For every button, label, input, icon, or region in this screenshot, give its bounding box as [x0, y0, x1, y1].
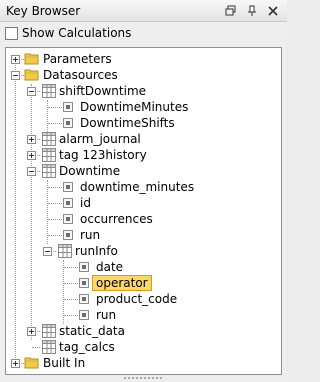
tree-node-label: run [80, 228, 101, 242]
field-icon [63, 214, 73, 224]
tree-node-downtime-minutes[interactable]: downtime_minutes [6, 179, 276, 195]
tree-node-downtimeshifts[interactable]: DowntimeShifts [6, 115, 276, 131]
key-browser-window: Key Browser Show Calculations Parameters… [0, 0, 287, 382]
tree-node-downtime[interactable]: Downtime [6, 163, 276, 179]
folder-icon [24, 53, 39, 65]
tree-node-shiftdowntime[interactable]: shiftDowntime [6, 83, 276, 99]
tree-node-datasources[interactable]: Datasources [6, 67, 276, 83]
field-icon [79, 278, 89, 288]
table-icon [42, 148, 56, 162]
table-icon [58, 244, 72, 258]
expand-icon[interactable] [27, 151, 36, 160]
tree-node-date[interactable]: date [6, 259, 276, 275]
tree-node-product-code[interactable]: product_code [6, 291, 276, 307]
field-icon [79, 294, 89, 304]
table-icon [42, 84, 56, 98]
tree-node-static-data[interactable]: static_data [6, 323, 276, 339]
table-icon [42, 324, 56, 338]
tree-node-operator[interactable]: operator [6, 275, 276, 291]
folder-icon [24, 357, 39, 369]
expand-icon[interactable] [27, 135, 36, 144]
tree-node-run[interactable]: run [6, 227, 276, 243]
tree-node-label: static_data [59, 324, 125, 338]
tree-node-label: tag_calcs [59, 340, 115, 354]
tree-node-label: Built In [43, 356, 86, 370]
tree-node-label: downtime_minutes [80, 180, 195, 194]
tree-node-label: runInfo [75, 244, 118, 258]
tree-node-id[interactable]: id [6, 195, 276, 211]
tree-node-label: Datasources [43, 68, 118, 82]
tree-node-label: DowntimeMinutes [80, 100, 189, 114]
tree-node-alarm-journal[interactable]: alarm_journal [6, 131, 276, 147]
tree-node-runinfo[interactable]: runInfo [6, 243, 276, 259]
tree-node-tag-123history[interactable]: tag 123history [6, 147, 276, 163]
tree-node-label: tag 123history [59, 148, 147, 162]
title-bar: Key Browser [0, 0, 287, 22]
tree-node-label: run [96, 308, 117, 322]
resize-grip[interactable] [124, 377, 164, 381]
expand-icon[interactable] [27, 327, 36, 336]
collapse-icon[interactable] [11, 71, 20, 80]
tree-node-label: occurrences [80, 212, 153, 226]
field-icon [63, 118, 73, 128]
tree-node-label: date [96, 260, 124, 274]
pin-icon[interactable] [245, 4, 259, 18]
field-icon [63, 230, 73, 240]
collapse-icon[interactable] [43, 247, 52, 256]
tree-node-label: id [80, 196, 91, 210]
table-icon [42, 132, 56, 146]
show-calculations-label: Show Calculations [22, 26, 132, 40]
window-title: Key Browser [6, 4, 81, 18]
folder-open-icon [24, 69, 39, 81]
tree-node-runinfo-run[interactable]: run [6, 307, 276, 323]
show-calculations-checkbox[interactable] [5, 27, 18, 40]
field-icon [79, 310, 89, 320]
tree-node-label: alarm_journal [59, 132, 141, 146]
field-icon [63, 182, 73, 192]
tree-node-label: Parameters [43, 52, 112, 66]
tree-node-label: product_code [96, 292, 178, 306]
collapse-icon[interactable] [27, 167, 36, 176]
table-icon [42, 340, 56, 354]
tree-node-downtimeminutes[interactable]: DowntimeMinutes [6, 99, 276, 115]
expand-icon[interactable] [11, 55, 20, 64]
key-tree[interactable]: Parameters Datasources shiftDowntime Dow… [5, 47, 282, 375]
tree-node-label: shiftDowntime [59, 84, 147, 98]
collapse-icon[interactable] [27, 87, 36, 96]
tree-node-parameters[interactable]: Parameters [6, 51, 276, 67]
expand-icon[interactable] [11, 359, 20, 368]
tree-node-label: Downtime [59, 164, 121, 178]
close-icon[interactable] [266, 4, 280, 18]
field-icon [63, 198, 73, 208]
restore-icon[interactable] [224, 4, 238, 18]
field-icon [63, 102, 73, 112]
tree-node-occurrences[interactable]: occurrences [6, 211, 276, 227]
table-icon [42, 164, 56, 178]
tree-node-tag-calcs[interactable]: tag_calcs [6, 339, 276, 355]
tree-node-built-in[interactable]: Built In [6, 355, 276, 371]
field-icon [79, 262, 89, 272]
tree-node-label: DowntimeShifts [80, 116, 175, 130]
tree-node-label-selected: operator [92, 275, 152, 291]
